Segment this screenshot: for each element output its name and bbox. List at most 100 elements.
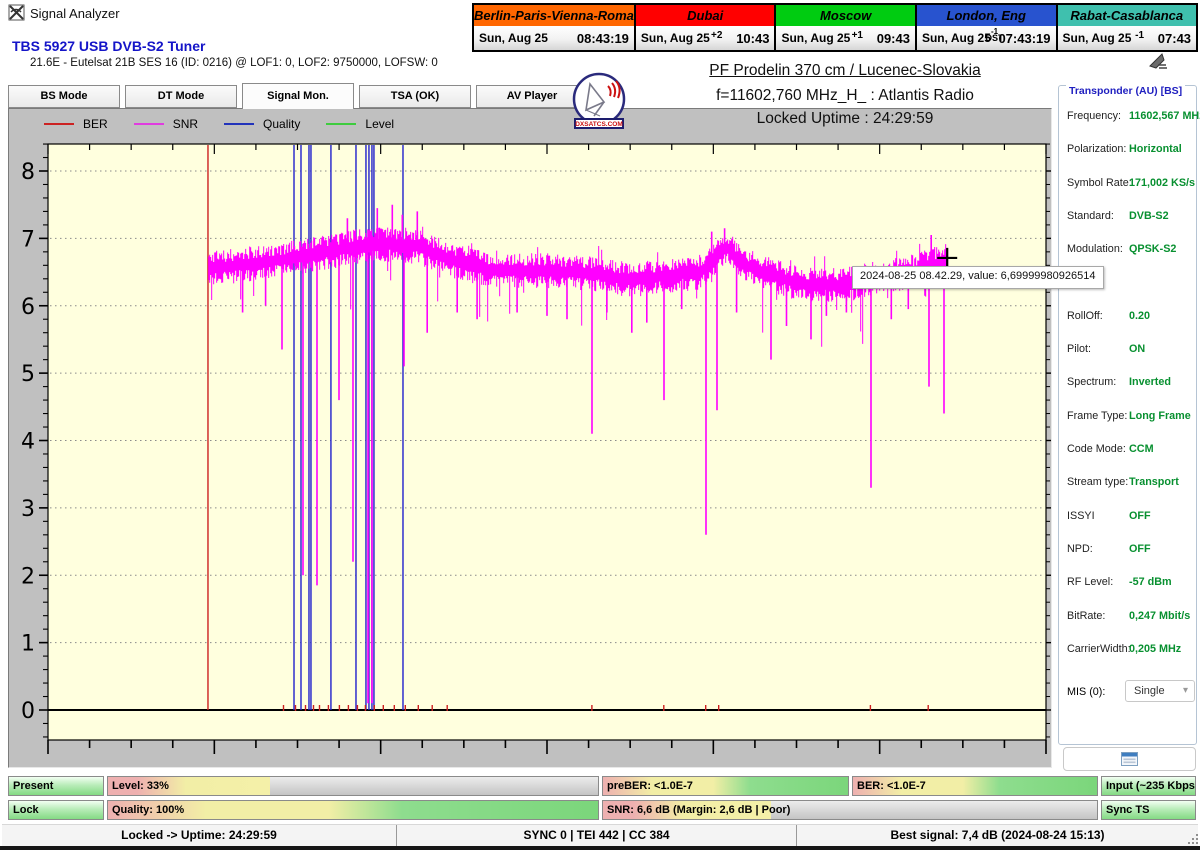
clock-time: 08:43:19: [577, 31, 629, 46]
status-label: Input (~235 Kbps): [1106, 777, 1196, 795]
mis-label: MIS (0):: [1067, 686, 1105, 698]
clock-time: 07:43: [1158, 31, 1191, 46]
row-value: OFF: [1129, 510, 1151, 522]
row-label: Modulation:: [1067, 243, 1123, 255]
status-label: Sync TS: [1106, 801, 1149, 819]
clock-date: Sun, Aug 25: [641, 31, 710, 45]
statusbar-section-2: Best signal: 7,4 dB (2024-08-24 15:13): [796, 825, 1198, 846]
status-lock: Lock: [8, 800, 104, 820]
clock-date: Sun, Aug 25: [1063, 31, 1132, 45]
row-value: DVB-S2: [1129, 210, 1169, 222]
legend-label: BER: [83, 117, 108, 131]
svg-text:2: 2: [21, 564, 35, 589]
row-value: QPSK-S2: [1129, 243, 1176, 255]
status-label: Level: 33%: [112, 777, 169, 795]
resize-grip[interactable]: [1186, 832, 1198, 844]
transponder-row-modulation-: Modulation: QPSK-S2: [1067, 243, 1192, 257]
row-value: 171,002 KS/s: [1129, 177, 1195, 189]
svg-text:8: 8: [21, 160, 35, 185]
dxsatcs-logo: DXSATCS.COM: [570, 72, 628, 135]
clock-city: London, Eng: [917, 5, 1056, 26]
status-level: Level: 33%: [107, 776, 599, 796]
legend-item-snr: SNR: [134, 117, 198, 131]
transponder-row-npd-: NPD: OFF: [1067, 543, 1192, 557]
tab-bs-mode[interactable]: BS Mode: [8, 85, 120, 108]
clock-time: 09:43: [877, 31, 910, 46]
row-label: NPD:: [1067, 543, 1093, 555]
row-label: ISSYI: [1067, 510, 1095, 522]
transponder-row-symbol-rate-: Symbol Rate: 171,002 KS/s: [1067, 177, 1192, 191]
chart-tooltip: 2024-08-25 08.42.29, value: 6,6999998092…: [852, 266, 1104, 289]
status-present: Present: [8, 776, 104, 796]
transponder-row-polarization-: Polarization: Horizontal: [1067, 143, 1192, 157]
status-ber: BER: <1.0E-7: [852, 776, 1098, 796]
transponder-row-issyi: ISSYI OFF: [1067, 510, 1192, 524]
svg-text:7: 7: [21, 227, 35, 252]
transponder-row-frame-type-: Frame Type: Long Frame: [1067, 410, 1192, 424]
constellation-window-button[interactable]: [1063, 747, 1196, 771]
row-value: Long Frame: [1129, 410, 1191, 422]
status-label: SNR: 6,6 dB (Margin: 2,6 dB | Poor): [607, 801, 790, 819]
row-label: Spectrum:: [1067, 376, 1116, 388]
transponder-row-carrierwidth-: CarrierWidth: 0,205 MHz: [1067, 643, 1192, 657]
clock-time: 07:43:19: [998, 31, 1050, 46]
legend-item-ber: BER: [44, 117, 108, 131]
tuner-name: TBS 5927 USB DVB-S2 Tuner: [12, 38, 205, 54]
mis-dropdown[interactable]: Single ▾: [1125, 680, 1195, 702]
signal-monitor-chart[interactable]: BERSNRQualityLevel 012345678: [8, 108, 1052, 768]
status-sync-ts: Sync TS: [1101, 800, 1196, 820]
status-label: BER: <1.0E-7: [857, 777, 926, 795]
window-title: Signal Analyzer: [30, 6, 120, 21]
legend-item-level: Level: [326, 117, 394, 131]
row-label: Frame Type:: [1067, 410, 1127, 422]
svg-text:0: 0: [21, 699, 35, 724]
status-label: preBER: <1.0E-7: [607, 777, 693, 795]
legend-swatch: [44, 123, 74, 125]
row-label: Code Mode:: [1067, 443, 1126, 455]
transponder-row-rolloff-: RollOff: 0.20: [1067, 310, 1192, 324]
world-clocks: Berlin-Paris-Vienna-Roma Sun, Aug 25 08:…: [472, 3, 1198, 52]
status-quality: Quality: 100%: [107, 800, 599, 820]
clock-3: London, Eng Sun, Aug 25-1DST 07:43:19: [917, 5, 1058, 50]
row-label: BitRate:: [1067, 610, 1105, 622]
chart-legend: BER SNR Quality Level: [44, 117, 394, 131]
tab-tsa-ok-[interactable]: TSA (OK): [359, 85, 471, 108]
transponder-panel: Transponder (AU) [BS] Frequency: 11602,5…: [1058, 85, 1197, 745]
tab-signal-mon-[interactable]: Signal Mon.: [242, 83, 354, 109]
statusbar-section-1: SYNC 0 | TEI 442 | CC 384: [396, 825, 796, 846]
status-bar: Locked -> Uptime: 24:29:59SYNC 0 | TEI 4…: [2, 824, 1198, 846]
tuner-details: 21.6E - Eutelsat 21B SES 16 (ID: 0216) @…: [30, 57, 438, 69]
clock-4: Rabat-Casablanca Sun, Aug 25-1 07:43: [1058, 5, 1197, 50]
row-value: 11602,567 MHz: [1129, 110, 1200, 122]
svg-text:5: 5: [21, 362, 35, 387]
clock-date: Sun, Aug 25: [781, 31, 850, 45]
row-value: 0,247 Mbit/s: [1129, 610, 1190, 622]
legend-label: Quality: [263, 117, 300, 131]
legend-label: SNR: [173, 117, 198, 131]
clock-1: Dubai Sun, Aug 25+2 10:43: [636, 5, 777, 50]
legend-swatch: [224, 123, 254, 125]
clock-time: 10:43: [736, 31, 769, 46]
statusbar-section-0: Locked -> Uptime: 24:29:59: [2, 825, 396, 846]
status-snr: SNR: 6,6 dB (Margin: 2,6 dB | Poor): [602, 800, 1098, 820]
row-label: Stream type:: [1067, 476, 1128, 488]
dish-location-title: PF Prodelin 370 cm / Lucenec-Slovakia: [565, 62, 1125, 80]
transponder-row-code-mode-: Code Mode: CCM: [1067, 443, 1192, 457]
clock-city: Dubai: [636, 5, 775, 26]
tab-dt-mode[interactable]: DT Mode: [125, 85, 237, 108]
status-label: Present: [13, 777, 53, 795]
row-label: Symbol Rate:: [1067, 177, 1132, 189]
transponder-row-bitrate-: BitRate: 0,247 Mbit/s: [1067, 610, 1192, 624]
snr-plot-canvas[interactable]: 012345678: [9, 109, 1051, 767]
svg-text:4: 4: [21, 430, 35, 455]
clock-city: Rabat-Casablanca: [1058, 5, 1197, 26]
row-value: -57 dBm: [1129, 576, 1172, 588]
app-icon: [8, 4, 25, 26]
clock-0: Berlin-Paris-Vienna-Roma Sun, Aug 25 08:…: [474, 5, 636, 50]
clock-city: Berlin-Paris-Vienna-Roma: [474, 5, 634, 26]
row-value: Inverted: [1129, 376, 1171, 388]
status-label: Lock: [13, 801, 39, 819]
row-label: RollOff:: [1067, 310, 1103, 322]
bottom-edge: [0, 846, 1200, 850]
mouse-cursor-icon: [1148, 52, 1170, 75]
